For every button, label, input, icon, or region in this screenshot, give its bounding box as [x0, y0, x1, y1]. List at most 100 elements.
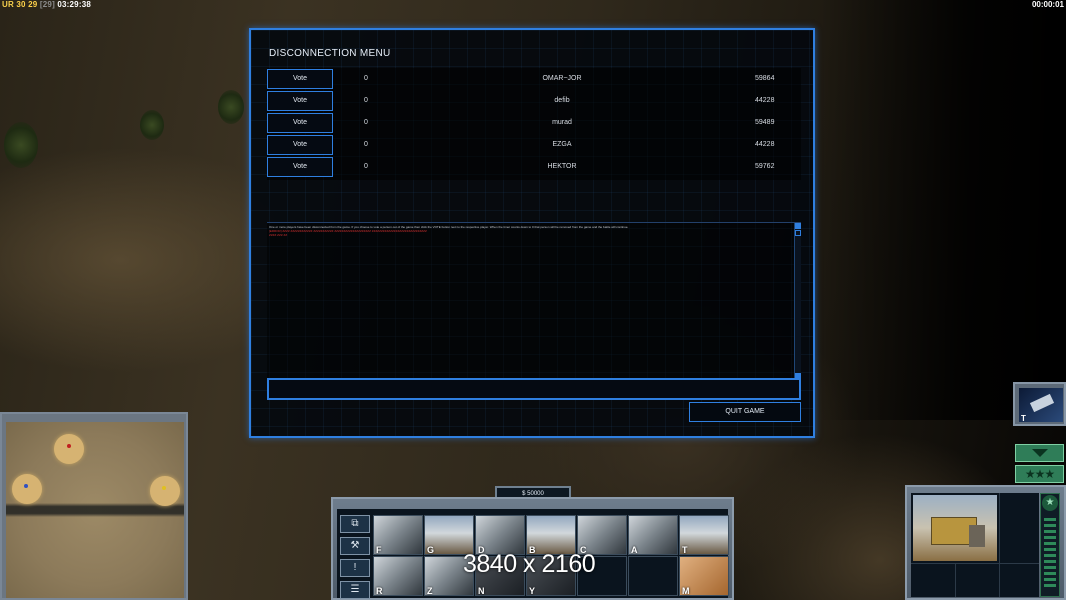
hotkey-label: Y	[529, 586, 536, 596]
rank-bar	[1044, 578, 1056, 581]
hotkey-label: T	[1021, 414, 1026, 423]
chat-input[interactable]	[267, 378, 801, 400]
rank-star-icon: ★	[1042, 495, 1058, 511]
grid-divider	[911, 563, 1039, 564]
terrain-shadow	[820, 0, 1066, 420]
player-row: Vote 0 defib 44228	[267, 91, 801, 113]
grid-divider	[955, 563, 956, 597]
build-slot[interactable]: R	[373, 556, 423, 596]
stat-value: 29	[28, 0, 38, 9]
error-message: ZZZZ ZZZ ZZ	[269, 233, 288, 237]
build-slot[interactable]: G	[424, 515, 474, 555]
vote-count: 0	[364, 119, 368, 126]
rank-bar	[1044, 530, 1056, 533]
vote-count: 0	[364, 163, 368, 170]
player-list: Vote 0 OMAR~JOR 59864 Vote 0 defib 44228…	[267, 68, 801, 180]
player-ping: 44228	[755, 141, 775, 148]
vote-button[interactable]: Vote	[267, 157, 333, 177]
rank-bar	[1044, 572, 1056, 575]
player-ping: 44228	[755, 97, 775, 104]
quit-game-button[interactable]: QUIT GAME	[689, 402, 801, 422]
game-clock: 03:29:38	[57, 0, 91, 9]
stars-icon: ★★★	[1024, 467, 1055, 481]
rank-bar	[1044, 560, 1056, 563]
rank-meter: ★	[1040, 493, 1060, 597]
rank-bar	[1044, 566, 1056, 569]
player-name: OMAR~JOR	[542, 75, 582, 82]
rank-bar	[1044, 524, 1056, 527]
hotkey-label: R	[376, 586, 383, 596]
hotkey-label: A	[631, 545, 638, 555]
vote-button[interactable]: Vote	[267, 91, 333, 111]
wrench-icon[interactable]: ⚒	[340, 537, 370, 555]
minimap[interactable]	[0, 412, 188, 600]
player-row: Vote 0 OMAR~JOR 59864	[267, 69, 801, 91]
grid-divider	[999, 493, 1000, 597]
dozer-portrait[interactable]	[913, 495, 997, 561]
vote-button[interactable]: Vote	[267, 113, 333, 133]
rank-bar	[1044, 584, 1056, 587]
match-timer: 00:00:01	[1031, 0, 1064, 9]
player-name: HEKTOR	[547, 163, 577, 170]
vote-button[interactable]: Vote	[267, 135, 333, 155]
base-marker	[54, 434, 84, 464]
generals-power-button[interactable]: T	[1013, 382, 1066, 426]
build-slot[interactable]: B	[526, 515, 576, 555]
hotkey-label: T	[682, 545, 688, 555]
vote-count: 0	[364, 75, 368, 82]
menu-icon[interactable]: ☰	[340, 581, 370, 599]
tree	[4, 122, 38, 168]
scrollbar[interactable]	[794, 223, 801, 378]
build-slot[interactable]: C	[577, 515, 627, 555]
collapse-button[interactable]	[1015, 444, 1064, 462]
base-marker	[12, 474, 42, 504]
hotkey-label: N	[478, 586, 485, 596]
disconnection-dialog: DISCONNECTION MENU Vote 0 OMAR~JOR 59864…	[249, 28, 815, 438]
player-row: Vote 0 murad 59489	[267, 113, 801, 135]
rank-bar	[1044, 542, 1056, 545]
vote-button[interactable]: Vote	[267, 69, 333, 89]
build-slot[interactable]: D	[475, 515, 525, 555]
player-row: Vote 0 EZGA 44228	[267, 135, 801, 157]
player-name: EZGA	[552, 141, 572, 148]
rank-bar	[1044, 554, 1056, 557]
player-ping: 59489	[755, 119, 775, 126]
options-button[interactable]: ⧉	[340, 515, 370, 533]
vote-count: 0	[364, 141, 368, 148]
hud-status: UR 30 29 [29] 03:29:38	[2, 0, 91, 9]
unit-marker	[162, 486, 166, 490]
build-slot[interactable]: M	[679, 556, 729, 596]
command-bar: ⧉ ⚒ ! ☰ F G D B C A T R Z N Y M	[331, 497, 734, 600]
base-marker	[150, 476, 180, 506]
player-ping: 59762	[755, 163, 775, 170]
dialog-title: DISCONNECTION MENU	[269, 48, 391, 59]
stat-value: [29]	[39, 0, 55, 9]
tree	[140, 110, 164, 140]
dozer-blade	[969, 525, 985, 547]
unit-portrait-panel: ★	[905, 485, 1066, 600]
scroll-thumb[interactable]	[795, 230, 801, 236]
hotkey-label: M	[682, 586, 690, 596]
faction-label: UR	[2, 0, 14, 9]
empty-slot	[628, 556, 678, 596]
general-promotion-button[interactable]: ★★★	[1015, 465, 1064, 483]
message-log[interactable]: One or more players have been disconnect…	[267, 222, 801, 378]
resolution-overlay: 3840 x 2160	[463, 550, 596, 578]
rank-bar	[1044, 536, 1056, 539]
build-slot[interactable]: T	[679, 515, 729, 555]
hotkey-label: Z	[427, 586, 433, 596]
stat-value: 30	[16, 0, 26, 9]
minimap-terrain[interactable]	[6, 422, 184, 598]
build-slot[interactable]: F	[373, 515, 423, 555]
unit-marker	[67, 444, 71, 448]
alert-icon[interactable]: !	[340, 559, 370, 577]
rank-bar	[1044, 548, 1056, 551]
player-row: Vote 0 HEKTOR 59762	[267, 157, 801, 179]
scroll-up-arrow[interactable]	[795, 223, 801, 229]
arrow-down-icon	[1032, 449, 1048, 457]
rank-bar	[1044, 518, 1056, 521]
hotkey-label: G	[427, 545, 435, 555]
selection-grid	[911, 493, 1039, 597]
build-slot[interactable]: A	[628, 515, 678, 555]
player-name: murad	[552, 119, 572, 126]
